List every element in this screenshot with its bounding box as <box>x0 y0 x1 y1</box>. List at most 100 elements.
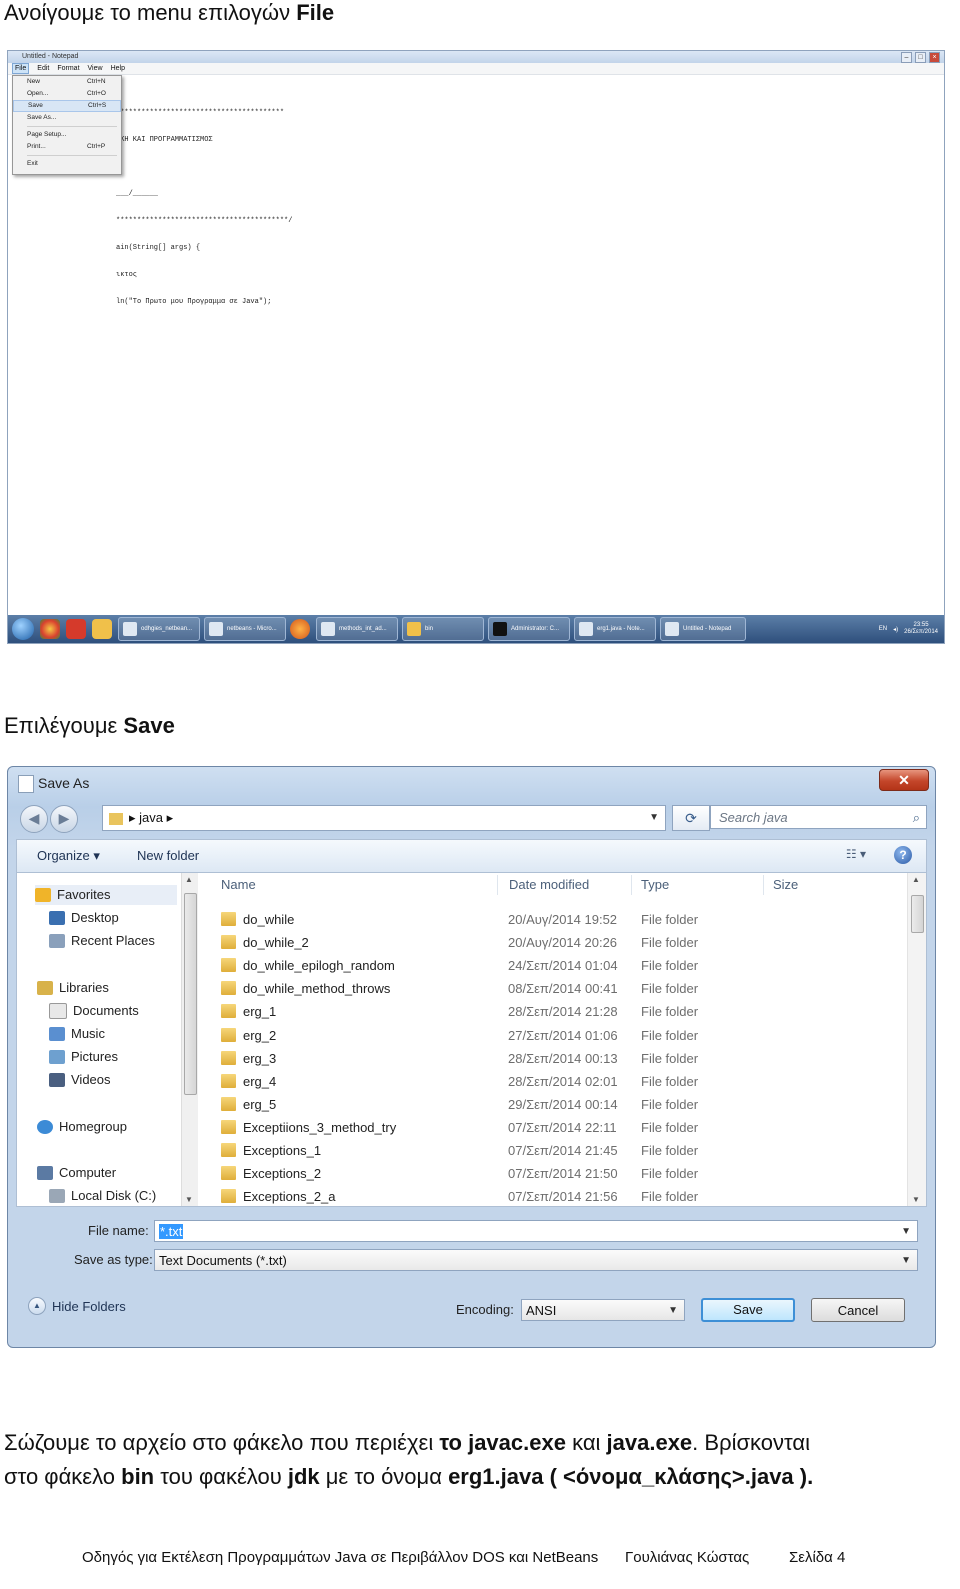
nav-favorites[interactable]: Favorites <box>35 885 177 905</box>
hide-folders-button[interactable]: ▲ Hide Folders <box>28 1297 126 1315</box>
start-button-icon[interactable] <box>12 618 34 640</box>
file-row[interactable]: Exceptions_2_a 07/Σεπ/2014 21:56 File fold… <box>201 1186 908 1208</box>
menu-edit[interactable]: Edit <box>37 63 49 74</box>
maximize-icon[interactable]: □ <box>915 52 926 63</box>
encoding-select[interactable]: ANSI ▼ <box>521 1299 685 1321</box>
chevron-down-icon[interactable]: ▼ <box>901 1221 911 1243</box>
notepad-text[interactable]: ****************************************… <box>116 91 292 325</box>
column-headers: Name Date modified Type Size <box>201 873 908 897</box>
file-row[interactable]: erg_4 28/Σεπ/2014 02:01 File folder <box>201 1071 908 1093</box>
taskbar-item-word-odhgies[interactable]: odhgies_netbean... <box>118 617 200 641</box>
chevron-down-icon[interactable]: ▼ <box>668 1300 678 1322</box>
volume-icon[interactable]: ◂) <box>893 626 898 633</box>
file-row[interactable]: do_while_epilogh_random 24/Σεπ/2014 01:04… <box>201 955 908 977</box>
nav-documents[interactable]: Documents <box>49 1001 139 1021</box>
menu-help[interactable]: Help <box>111 63 125 74</box>
view-options-icon[interactable]: ☷ ▾ <box>846 847 866 861</box>
file-row[interactable]: do_while_2 20/Αυγ/2014 20:26 File folder <box>201 932 908 954</box>
menu-item-save[interactable]: Save Ctrl+S <box>13 100 121 112</box>
folder-icon <box>221 1050 236 1065</box>
menu-item-open[interactable]: Open... Ctrl+O <box>13 88 121 100</box>
taskbar-item-folder-bin[interactable]: bin <box>402 617 484 641</box>
file-row[interactable]: erg_1 28/Σεπ/2014 21:28 File folder <box>201 1001 908 1023</box>
taskbar-item-notepad-erg1[interactable]: erg1.java - Note... <box>574 617 656 641</box>
notepad-menubar: File Edit Format View Help <box>8 63 944 75</box>
file-row[interactable]: erg_2 27/Σεπ/2014 01:06 File folder <box>201 1025 908 1047</box>
windows-taskbar: odhgies_netbean... netbeans - Micro... m… <box>8 615 944 643</box>
chevron-down-icon[interactable]: ▼ <box>901 1250 911 1272</box>
taskbar-item-word-netbeans[interactable]: netbeans - Micro... <box>204 617 286 641</box>
search-icon[interactable]: ⌕ <box>913 806 920 830</box>
folder-icon <box>221 958 236 973</box>
nav-recent-places[interactable]: Recent Places <box>49 931 155 951</box>
nav-music[interactable]: Music <box>49 1024 105 1044</box>
file-date: 07/Σεπ/2014 21:45 <box>508 1143 618 1158</box>
save-button[interactable]: Save <box>701 1298 795 1322</box>
menu-item-save-as[interactable]: Save As... <box>13 112 121 124</box>
taskbar-item-cmd[interactable]: Administrator: C... <box>488 617 570 641</box>
footer-page-number: Σελίδα 4 <box>789 1549 846 1566</box>
organize-button[interactable]: Organize ▾ <box>37 848 100 864</box>
taskbar-item-notepad-untitled[interactable]: Untitled - Notepad <box>660 617 746 641</box>
close-icon[interactable]: × <box>929 52 940 63</box>
file-type: File folder <box>641 1073 699 1089</box>
file-date: 28/Σεπ/2014 21:28 <box>508 1004 618 1020</box>
column-type[interactable]: Type <box>641 877 669 892</box>
nav-local-disk[interactable]: Local Disk (C:) <box>49 1186 156 1206</box>
nav-libraries[interactable]: Libraries <box>37 978 109 998</box>
scroll-thumb[interactable] <box>911 895 924 933</box>
help-icon[interactable]: ? <box>894 846 912 864</box>
file-name: erg_3 <box>243 1050 277 1066</box>
menu-item-new[interactable]: New Ctrl+N <box>13 76 121 88</box>
save-as-type-select[interactable]: Text Documents (*.txt) ▼ <box>154 1249 918 1271</box>
nav-computer[interactable]: Computer <box>37 1163 116 1183</box>
nav-desktop[interactable]: Desktop <box>49 908 119 928</box>
column-date-modified[interactable]: Date modified <box>509 877 589 892</box>
minimize-icon[interactable]: – <box>901 52 912 63</box>
search-input[interactable]: Search java ⌕ <box>710 805 927 829</box>
file-name: erg_1 <box>243 1004 277 1020</box>
taskbar-item-netbeans[interactable]: methods_int_ad... <box>316 617 398 641</box>
nav-scrollbar[interactable]: ▲ ▼ <box>181 873 198 1206</box>
file-row[interactable]: erg_3 28/Σεπ/2014 00:13 File folder <box>201 1048 908 1070</box>
firefox-icon[interactable] <box>290 619 310 639</box>
file-name-input[interactable]: *.txt ▼ <box>154 1220 918 1242</box>
file-row[interactable]: erg_5 29/Σεπ/2014 00:14 File folder <box>201 1094 908 1116</box>
menu-item-page-setup[interactable]: Page Setup... <box>13 129 121 141</box>
file-row[interactable]: Exceptiions_3_method_try 07/Σεπ/2014 22:1… <box>201 1117 908 1139</box>
refresh-icon[interactable]: ⟳ <box>672 805 710 831</box>
file-row[interactable]: Exceptions_1 07/Σεπ/2014 21:45 File folder <box>201 1140 908 1162</box>
menu-item-print[interactable]: Print... Ctrl+P <box>13 141 121 153</box>
address-bar[interactable]: ▸ java ▸ ▼ <box>102 805 666 831</box>
language-indicator[interactable]: EN <box>879 626 887 632</box>
column-name[interactable]: Name <box>221 877 256 892</box>
scroll-thumb[interactable] <box>184 893 197 1095</box>
menu-view[interactable]: View <box>88 63 103 74</box>
file-name: Exceptions_1 <box>243 1143 322 1158</box>
new-folder-button[interactable]: New folder <box>137 848 199 863</box>
nav-homegroup[interactable]: Homegroup <box>37 1117 127 1137</box>
nav-videos[interactable]: Videos <box>49 1070 111 1090</box>
desktop-icon <box>49 911 65 925</box>
menu-format[interactable]: Format <box>57 63 79 74</box>
nav-pictures[interactable]: Pictures <box>49 1047 118 1067</box>
explorer-folder-icon[interactable] <box>92 619 112 639</box>
dialog-title: Save As <box>38 775 90 791</box>
file-row[interactable]: do_while 20/Αυγ/2014 19:52 File folder <box>201 909 908 931</box>
back-arrow-icon[interactable]: ◀ <box>20 805 48 833</box>
menu-item-exit[interactable]: Exit <box>13 158 121 170</box>
column-size[interactable]: Size <box>773 877 798 892</box>
file-type: File folder <box>641 1143 699 1158</box>
file-row[interactable]: do_while_method_throws 08/Σεπ/2014 00:41 F… <box>201 978 908 1000</box>
forward-arrow-icon[interactable]: ▶ <box>50 805 78 833</box>
cancel-button[interactable]: Cancel <box>811 1298 905 1322</box>
chevron-down-icon[interactable]: ▼ <box>649 806 659 830</box>
chrome-icon[interactable] <box>40 619 60 639</box>
file-list-scrollbar[interactable]: ▲ ▼ <box>907 873 926 1206</box>
navigation-row: ◀ ▶ ▸ java ▸ ▼ ⟳ Search java ⌕ <box>16 803 927 833</box>
file-row[interactable]: Exceptions_2 07/Σεπ/2014 21:50 File folder <box>201 1163 908 1185</box>
menu-file[interactable]: File <box>12 63 30 74</box>
close-button[interactable]: ✕ <box>879 769 929 791</box>
clock[interactable]: 23:55 26/Σεπ/2014 <box>904 622 938 636</box>
acrobat-icon[interactable] <box>66 619 86 639</box>
